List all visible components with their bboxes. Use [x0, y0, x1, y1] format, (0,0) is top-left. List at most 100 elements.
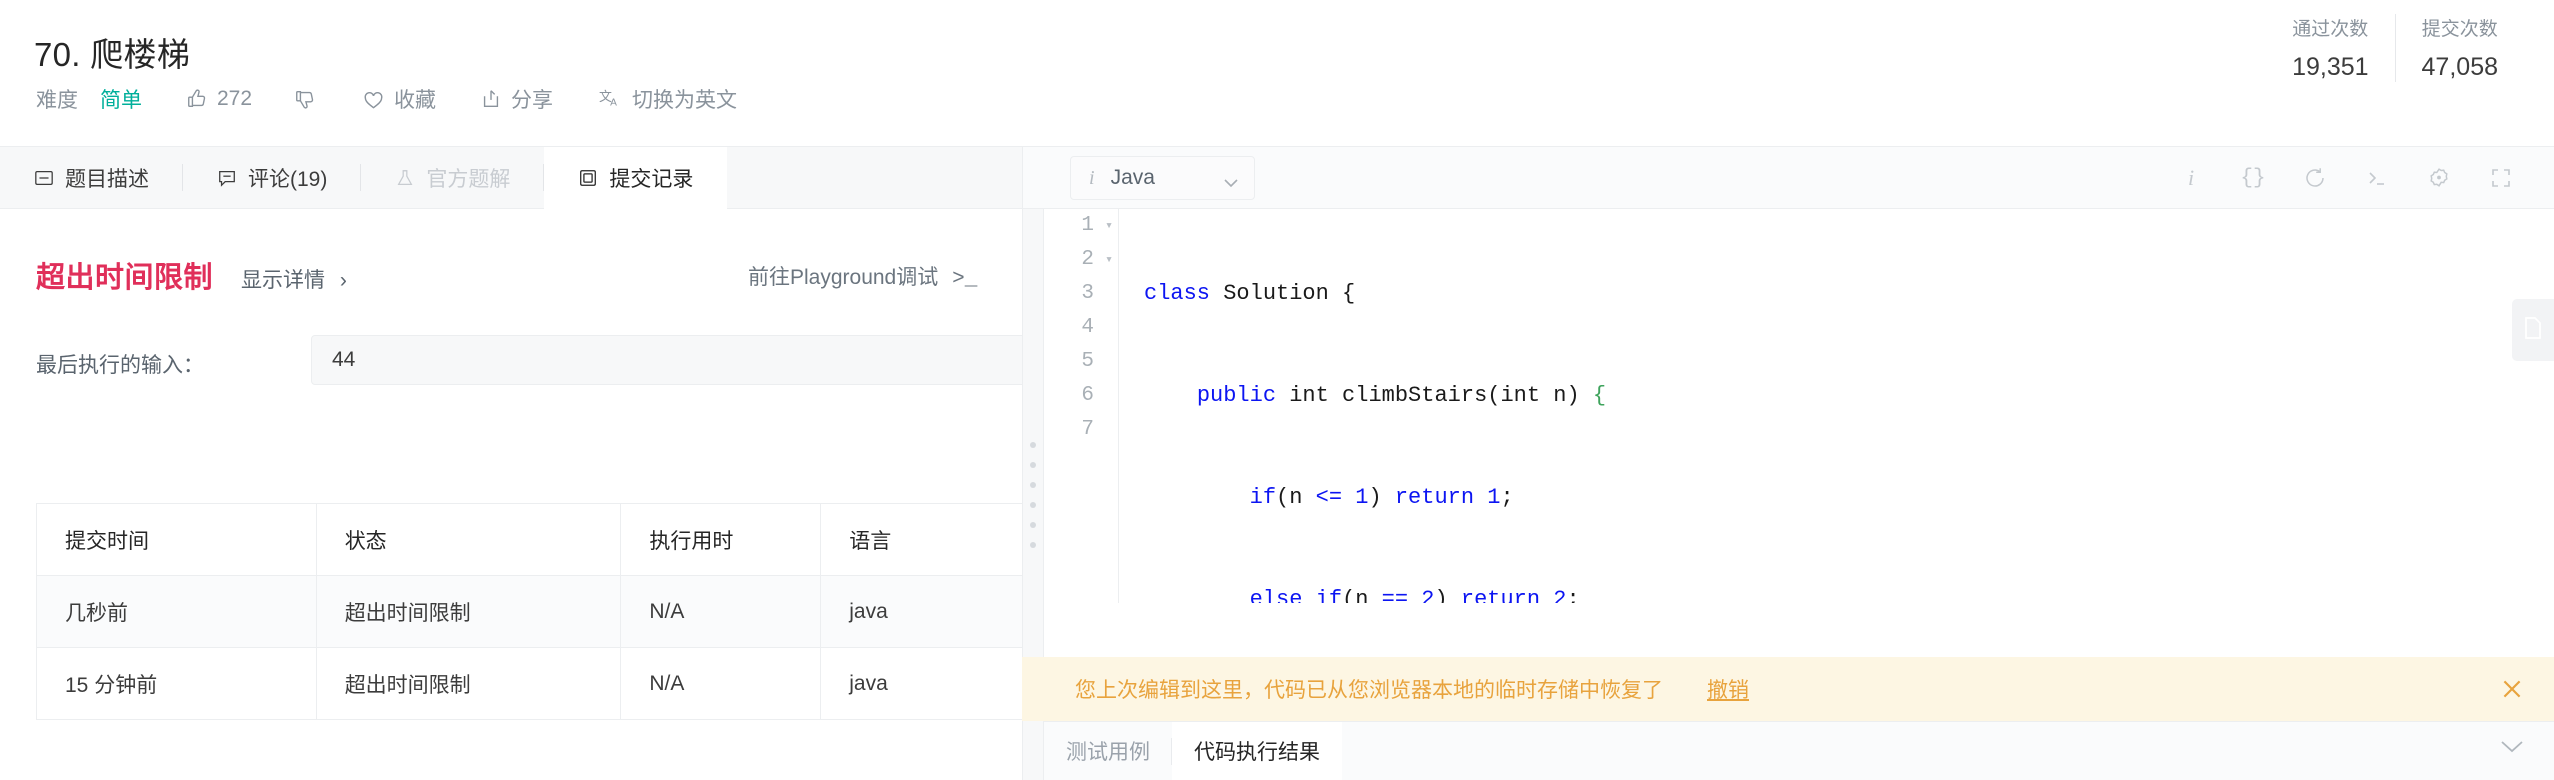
- tab-official-solution[interactable]: 官方题解: [361, 147, 545, 208]
- like-count: 272: [217, 87, 253, 110]
- thumbs-up-icon: [186, 88, 208, 110]
- status-badge: 超出时间限制: [36, 262, 214, 294]
- line-number-text: 1: [1081, 214, 1094, 237]
- problem-meta-row: 难度 简单 272 收藏 分享 文 A 切换为英文: [36, 84, 737, 114]
- svg-text:A: A: [610, 97, 617, 108]
- undo-restore-link[interactable]: 撤销: [1707, 674, 1749, 704]
- line-number: 6: [1044, 379, 1118, 413]
- tab-result-label: 代码执行结果: [1194, 741, 1320, 764]
- description-icon: [34, 168, 54, 188]
- tab-testcase[interactable]: 测试用例: [1044, 722, 1172, 780]
- file-copy-button[interactable]: [2512, 299, 2554, 361]
- grip-dot: [1030, 441, 1036, 448]
- line-number-text: 4: [1081, 316, 1094, 339]
- fold-arrow-icon[interactable]: ▾: [1105, 209, 1113, 243]
- comment-icon: [217, 168, 237, 188]
- difficulty-label: 难度: [36, 89, 78, 112]
- code-line: if(n <= 1) return 1;: [1249, 485, 1514, 510]
- cell-time: 几秒前: [36, 575, 317, 648]
- line-number: 2 ▾: [1044, 243, 1118, 277]
- cell-duration: N/A: [620, 575, 822, 648]
- editor-header: i Java i {}: [1022, 147, 2554, 209]
- cell-duration: N/A: [620, 647, 822, 720]
- dislike-button[interactable]: [294, 88, 316, 110]
- grip-dot: [1030, 481, 1036, 488]
- last-input-label: 最后执行的输入：: [36, 354, 204, 377]
- restore-notice-text: 您上次编辑到这里，代码已从您浏览器本地的临时存储中恢复了: [1075, 679, 1663, 702]
- column-header-language: 语言: [820, 503, 1022, 576]
- translate-button[interactable]: 文 A 切换为英文: [599, 84, 737, 114]
- grip-dot: [1030, 541, 1036, 548]
- line-number: 7: [1044, 413, 1118, 447]
- fold-arrow-icon[interactable]: ▾: [1105, 243, 1113, 277]
- translate-label: 切换为英文: [632, 89, 738, 112]
- line-number-text: 3: [1081, 282, 1094, 305]
- submission-icon: [578, 168, 598, 188]
- page-header: 70. 爬楼梯 难度 简单 272 收藏 分享 文 A 切换为英文 通过次数 1…: [0, 0, 2554, 147]
- tab-testcase-label: 测试用例: [1066, 741, 1150, 764]
- last-input-value[interactable]: 44: [311, 335, 1022, 385]
- console-tab-bar: 测试用例 代码执行结果: [1044, 721, 2554, 780]
- info-icon: i: [1089, 166, 1095, 189]
- stat-submitted: 提交次数 47,058: [2394, 14, 2524, 82]
- submissions-table: 提交时间 状态 执行用时 语言 几秒前 超出时间限制 N/A java 15 分…: [36, 503, 1022, 720]
- show-details-link[interactable]: 显示详情 ›: [241, 264, 347, 294]
- favorite-label: 收藏: [394, 89, 437, 112]
- problem-stats: 通过次数 19,351 提交次数 47,058: [2266, 14, 2524, 82]
- translate-icon: 文 A: [599, 88, 623, 110]
- cell-language: java: [820, 647, 1022, 720]
- tab-comments[interactable]: 评论(19): [183, 147, 362, 208]
- settings-icon[interactable]: [2408, 147, 2470, 209]
- submissions-panel: 超出时间限制 显示详情 › 前往Playground调试 >_ 最后执行的输入：…: [0, 209, 1022, 780]
- table-row[interactable]: 几秒前 超出时间限制 N/A java: [36, 575, 1022, 648]
- code-editor[interactable]: 1 ▾ 2 ▾ 3 4 5 6 7 class Solution { publi…: [1044, 209, 2554, 603]
- chevron-down-icon[interactable]: [2500, 740, 2524, 759]
- line-number-text: 7: [1081, 418, 1094, 441]
- line-number: 5: [1044, 345, 1118, 379]
- like-button[interactable]: 272: [186, 87, 252, 111]
- column-header-time: 提交时间: [36, 503, 317, 576]
- code-line: public int climbStairs(int n) {: [1196, 383, 1607, 408]
- leetcode-problem-page: 70. 爬楼梯 难度 简单 272 收藏 分享 文 A 切换为英文 通过次数 1…: [0, 0, 2554, 780]
- reset-icon[interactable]: [2284, 147, 2346, 209]
- language-selector[interactable]: i Java: [1070, 156, 1255, 200]
- line-number-text: 6: [1081, 384, 1094, 407]
- tab-result[interactable]: 代码执行结果: [1172, 721, 1342, 780]
- code-content[interactable]: class Solution { public int climbStairs(…: [1120, 209, 2554, 603]
- heart-icon: [362, 88, 385, 111]
- cell-time: 15 分钟前: [36, 647, 317, 720]
- table-header-row: 提交时间 状态 执行用时 语言: [36, 503, 1022, 576]
- tab-submissions[interactable]: 提交记录: [544, 147, 728, 209]
- favorite-button[interactable]: 收藏: [362, 84, 436, 114]
- restore-notice-bar: 您上次编辑到这里，代码已从您浏览器本地的临时存储中恢复了 撤销: [1044, 657, 2554, 721]
- line-number: 3: [1044, 277, 1118, 311]
- thumbs-down-icon: [294, 88, 316, 110]
- tab-comments-label: 评论(19): [248, 167, 328, 191]
- notice-left-edge: [1022, 657, 1044, 721]
- playground-link[interactable]: 前往Playground调试 >_: [748, 261, 977, 291]
- line-number-text: 5: [1081, 350, 1094, 373]
- stat-submitted-value: 47,058: [2421, 53, 2498, 81]
- editor-toolbar: i {}: [2160, 147, 2532, 209]
- format-braces-icon[interactable]: {}: [2222, 147, 2284, 209]
- tab-description-label: 题目描述: [65, 167, 149, 191]
- language-label: Java: [1110, 166, 1155, 189]
- console-icon[interactable]: [2346, 147, 2408, 209]
- flask-icon: [395, 168, 415, 188]
- tab-description[interactable]: 题目描述: [0, 147, 183, 208]
- share-button[interactable]: 分享: [480, 84, 553, 114]
- cell-status[interactable]: 超出时间限制: [315, 575, 622, 648]
- stat-submitted-label: 提交次数: [2421, 19, 2498, 40]
- chevron-right-icon: ›: [339, 269, 347, 292]
- share-label: 分享: [511, 89, 554, 112]
- grip-dot: [1030, 461, 1036, 468]
- playground-label: 前往Playground调试: [748, 266, 939, 289]
- line-number-text: 2: [1081, 248, 1094, 271]
- table-row[interactable]: 15 分钟前 超出时间限制 N/A java: [36, 647, 1022, 720]
- close-icon[interactable]: [2498, 675, 2526, 703]
- tab-official-solution-label: 官方题解: [426, 167, 511, 191]
- cell-status[interactable]: 超出时间限制: [315, 647, 622, 720]
- share-icon: [480, 88, 502, 110]
- fullscreen-icon[interactable]: [2470, 147, 2532, 209]
- info-icon[interactable]: i: [2160, 147, 2222, 209]
